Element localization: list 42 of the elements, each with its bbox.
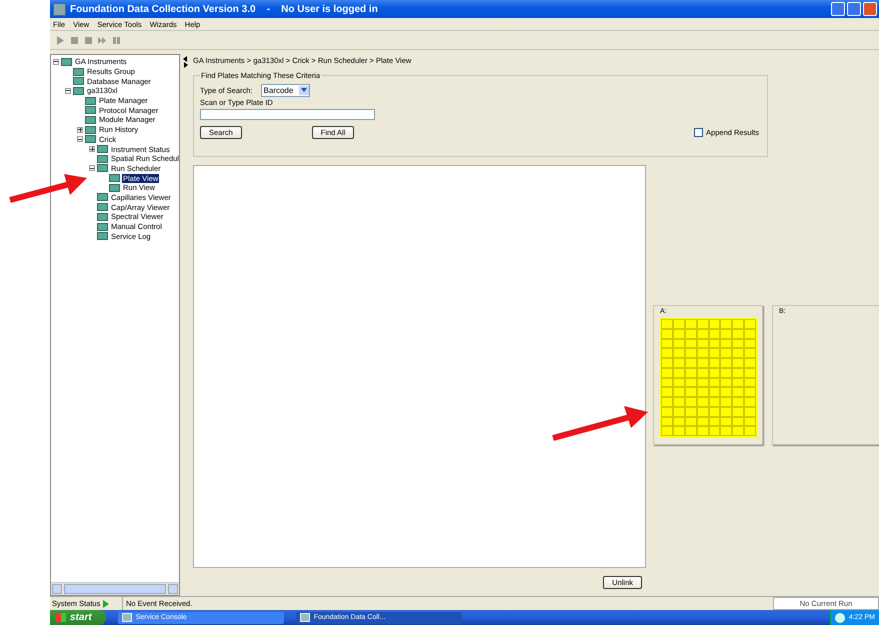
node-icon bbox=[85, 106, 96, 114]
node-icon bbox=[85, 96, 96, 105]
collapse-toggle[interactable] bbox=[65, 88, 71, 94]
node-icon bbox=[73, 86, 84, 95]
skip-icon[interactable] bbox=[98, 36, 107, 44]
collapse-toggle[interactable] bbox=[89, 165, 95, 172]
node-icon bbox=[97, 232, 108, 240]
node-icon bbox=[97, 212, 108, 221]
node-icon bbox=[97, 145, 108, 154]
close-button[interactable] bbox=[863, 2, 877, 16]
node-icon bbox=[97, 154, 108, 163]
pause-icon[interactable] bbox=[112, 36, 121, 44]
node-icon bbox=[61, 58, 72, 66]
restore-button[interactable] bbox=[847, 2, 861, 16]
plate-id-field[interactable] bbox=[200, 109, 375, 120]
node-icon bbox=[73, 68, 84, 76]
collapse-toggle[interactable] bbox=[77, 136, 83, 142]
node-icon bbox=[97, 193, 108, 202]
expand-toggle[interactable] bbox=[77, 126, 83, 133]
window-title: Foundation Data Collection Version 3.0 - No User is logged in bbox=[70, 4, 379, 14]
horizontal-scrollbar[interactable] bbox=[51, 582, 179, 595]
minimize-button[interactable] bbox=[831, 2, 845, 16]
splitter-arrows-icon[interactable] bbox=[182, 56, 188, 68]
start-button[interactable]: start bbox=[50, 610, 106, 625]
node-icon bbox=[97, 164, 108, 172]
node-icon bbox=[97, 222, 108, 231]
play-icon[interactable] bbox=[56, 36, 65, 44]
node-icon bbox=[97, 203, 108, 212]
collapse-toggle[interactable] bbox=[53, 58, 59, 65]
checkbox[interactable] bbox=[694, 128, 704, 137]
node-icon bbox=[85, 135, 96, 144]
node-icon bbox=[73, 77, 84, 86]
play-icon bbox=[103, 600, 110, 608]
app-icon bbox=[53, 2, 66, 16]
node-icon bbox=[109, 174, 120, 182]
tray-icon[interactable] bbox=[834, 612, 845, 622]
search-type-dropdown[interactable]: Barcode bbox=[260, 84, 310, 96]
dropdown-arrow-icon[interactable] bbox=[301, 88, 308, 92]
node-icon bbox=[85, 126, 96, 134]
expand-toggle[interactable] bbox=[89, 146, 95, 152]
node-icon bbox=[109, 184, 120, 192]
node-icon bbox=[85, 116, 96, 124]
